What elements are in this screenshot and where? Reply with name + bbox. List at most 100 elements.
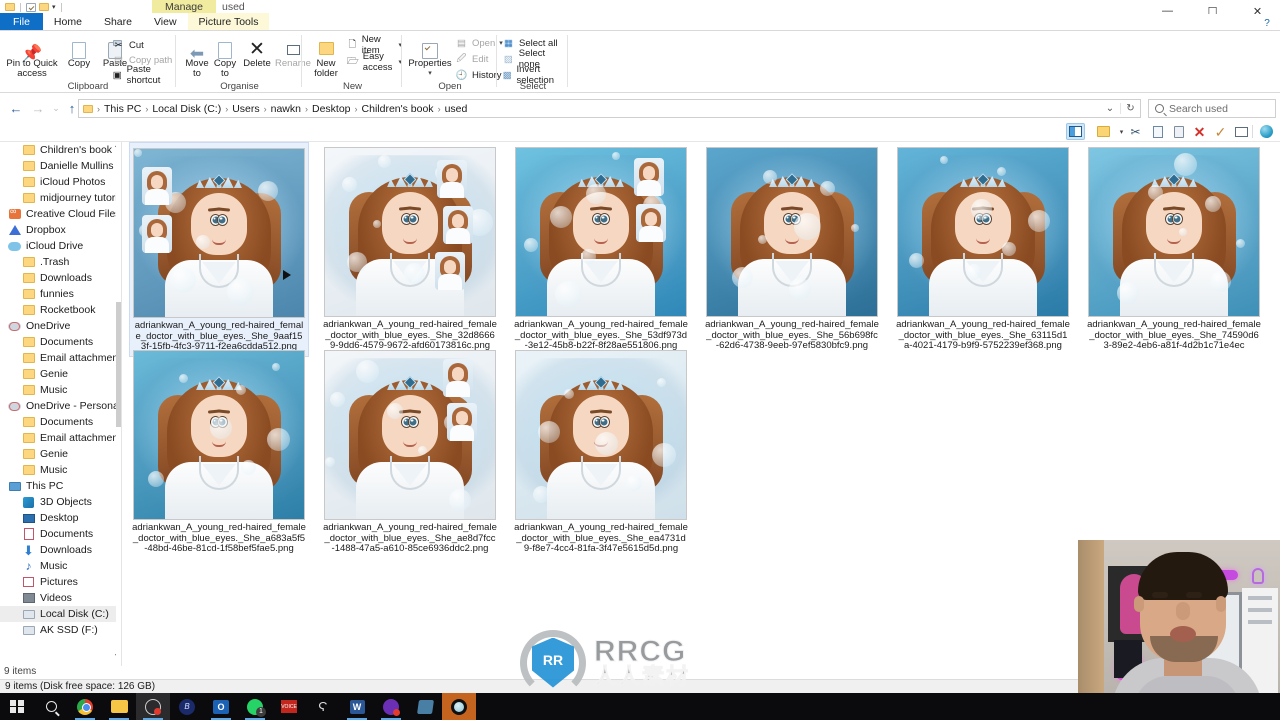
refresh-icon[interactable]: ↻ bbox=[1120, 103, 1140, 114]
address-breadcrumb-bar[interactable]: › This PC › Local Disk (C:) › Users › na… bbox=[78, 99, 1141, 118]
sidebar-item-midjourney-tutorial[interactable]: midjourney tutorial bbox=[0, 190, 121, 206]
sidebar-item-genie[interactable]: Genie bbox=[0, 446, 121, 462]
copy-to-button[interactable]: Copy to bbox=[209, 35, 241, 79]
invert-selection-button[interactable]: ▩ Invert selection bbox=[502, 64, 568, 86]
address-dropdown-icon[interactable]: ⌄ bbox=[1100, 103, 1120, 114]
breadcrumb-this-pc[interactable]: This PC bbox=[101, 103, 144, 115]
sidebar-item-3d-objects[interactable]: 3D Objects bbox=[0, 494, 121, 510]
sidebar-item-email-attachments[interactable]: Email attachments bbox=[0, 430, 121, 446]
easy-access-button[interactable]: 🗁 Easy access ▾ bbox=[347, 51, 402, 73]
sidebar-item-music[interactable]: Music bbox=[0, 382, 121, 398]
properties-checkbox-icon[interactable] bbox=[26, 2, 36, 12]
sidebar-scrollbar-thumb[interactable] bbox=[116, 302, 121, 427]
taskbar-word-button[interactable]: W bbox=[340, 693, 374, 720]
taskbar-search-button[interactable] bbox=[34, 693, 68, 720]
sidebar-item-documents[interactable]: Documents bbox=[0, 414, 121, 430]
pin-to-quick-access-button[interactable]: 📌 Pin to Quick access bbox=[6, 35, 58, 79]
paste-shortcut-button[interactable]: ▣ Paste shortcut bbox=[112, 64, 176, 86]
breadcrumb-desktop[interactable]: Desktop bbox=[309, 103, 354, 115]
quick-access-toolbar[interactable]: ▾ bbox=[0, 2, 64, 12]
sidebar-item-documents[interactable]: Documents bbox=[0, 334, 121, 350]
sidebar-item-ak-ssd-f[interactable]: AK SSD (F:) bbox=[0, 622, 121, 638]
forward-button[interactable]: → bbox=[28, 98, 48, 118]
delete-icon[interactable]: ✕ bbox=[1190, 123, 1209, 140]
taskbar-whatsapp-button[interactable] bbox=[238, 693, 272, 720]
sidebar-item-rocketbook[interactable]: Rocketbook bbox=[0, 302, 121, 318]
taskbar-midjourney-button[interactable] bbox=[442, 693, 476, 720]
breadcrumb-local-disk[interactable]: Local Disk (C:) bbox=[149, 103, 224, 115]
breadcrumb-users[interactable]: Users bbox=[229, 103, 262, 115]
sidebar-item-trash[interactable]: .Trash bbox=[0, 254, 121, 270]
new-item-button[interactable]: 🗋 New item ▾ bbox=[347, 34, 402, 56]
taskbar-blue-app-button[interactable]: B bbox=[170, 693, 204, 720]
taskbar-teal-app-button[interactable] bbox=[408, 693, 442, 720]
new-folder-button[interactable]: New folder bbox=[307, 35, 345, 79]
sidebar-item-desktop[interactable]: Desktop bbox=[0, 510, 121, 526]
ribbon-tabs[interactable]: File Home Share View Picture Tools bbox=[0, 13, 1280, 31]
sidebar-item-children-s-book[interactable]: Children's book bbox=[0, 142, 121, 158]
file-tile[interactable]: adriankwan_A_young_red-haired_female_doc… bbox=[129, 345, 309, 558]
taskbar-outlook-button[interactable]: O bbox=[204, 693, 238, 720]
tab-home[interactable]: Home bbox=[42, 13, 93, 30]
sidebar-item-danielle-mullins[interactable]: Danielle Mullins bbox=[0, 158, 121, 174]
paste-icon[interactable] bbox=[1169, 123, 1188, 140]
sidebar-item-music[interactable]: ♪ Music bbox=[0, 558, 121, 574]
sidebar-item-creative-cloud-files[interactable]: Creative Cloud Files bbox=[0, 206, 121, 222]
confirm-icon[interactable]: ✓ bbox=[1211, 123, 1230, 140]
chevron-down-icon[interactable]: ▾ bbox=[52, 4, 56, 11]
copy-icon[interactable] bbox=[1148, 123, 1168, 140]
file-tile[interactable]: adriankwan_A_young_red-haired_female_doc… bbox=[511, 345, 691, 558]
folder-options-icon[interactable] bbox=[1094, 123, 1113, 140]
sidebar-item-this-pc[interactable]: This PC bbox=[0, 478, 121, 494]
back-button[interactable]: ← bbox=[6, 98, 26, 118]
taskbar-file-explorer-button[interactable] bbox=[102, 693, 136, 720]
folder-icon[interactable] bbox=[5, 3, 15, 11]
tab-file[interactable]: File bbox=[0, 13, 43, 30]
file-tile[interactable]: adriankwan_A_young_red-haired_female_doc… bbox=[893, 142, 1073, 355]
cut-icon[interactable]: ✂ bbox=[1126, 123, 1145, 140]
sidebar-item-videos[interactable]: Videos bbox=[0, 590, 121, 606]
taskbar-chrome-button[interactable] bbox=[68, 693, 102, 720]
taskbar-purple-app-button[interactable] bbox=[374, 693, 408, 720]
breadcrumb-childrens-book[interactable]: Children's book bbox=[359, 103, 437, 115]
search-input[interactable]: Search used bbox=[1148, 99, 1276, 118]
sidebar-item-local-disk-c[interactable]: Local Disk (C:) bbox=[0, 606, 121, 622]
file-tile[interactable]: adriankwan_A_young_red-haired_female_doc… bbox=[702, 142, 882, 355]
navigation-pane[interactable]: Children's book Danielle Mullins iCloud Ph… bbox=[0, 142, 122, 666]
sidebar-item-dropbox[interactable]: Dropbox bbox=[0, 222, 121, 238]
taskbar-red-app-button[interactable]: VOICE bbox=[272, 693, 306, 720]
file-tile[interactable]: adriankwan_A_young_red-haired_female_doc… bbox=[320, 142, 500, 355]
taskbar-recorder-button[interactable] bbox=[136, 693, 170, 720]
sidebar-scrollbar-track[interactable] bbox=[116, 142, 121, 666]
sidebar-item-onedrive-personal[interactable]: OneDrive - Personal bbox=[0, 398, 121, 414]
sidebar-item-pictures[interactable]: Pictures bbox=[0, 574, 121, 590]
tab-share[interactable]: Share bbox=[92, 13, 143, 30]
new-folder-icon[interactable] bbox=[39, 3, 49, 11]
file-tile[interactable]: adriankwan_A_young_red-haired_female_doc… bbox=[320, 345, 500, 558]
sidebar-item-downloads[interactable]: ⬇ Downloads bbox=[0, 542, 121, 558]
file-tile[interactable]: adriankwan_A_young_red-haired_female_doc… bbox=[1084, 142, 1264, 355]
preview-pane-icon[interactable] bbox=[1066, 123, 1085, 140]
sidebar-item-genie[interactable]: Genie bbox=[0, 366, 121, 382]
tab-picture-tools[interactable]: Picture Tools bbox=[187, 13, 270, 30]
sidebar-item-onedrive[interactable]: OneDrive bbox=[0, 318, 121, 334]
breadcrumb-used[interactable]: used bbox=[442, 103, 471, 115]
taskbar[interactable]: B O VOICE Ϛ W bbox=[0, 693, 1280, 720]
file-tile[interactable]: adriankwan_A_young_red-haired_female_doc… bbox=[511, 142, 691, 355]
start-button[interactable] bbox=[0, 693, 34, 720]
delete-button[interactable]: ✕ Delete bbox=[239, 35, 275, 69]
edit-button[interactable]: 🖉 Edit bbox=[455, 52, 488, 66]
tab-view[interactable]: View bbox=[142, 13, 188, 30]
copy-button[interactable]: Copy bbox=[62, 35, 96, 69]
sidebar-item-icloud-drive[interactable]: iCloud Drive bbox=[0, 238, 121, 254]
sidebar-item-funnies[interactable]: funnies bbox=[0, 286, 121, 302]
help-icon[interactable]: ? bbox=[1260, 16, 1274, 30]
sidebar-item-icloud-photos[interactable]: iCloud Photos bbox=[0, 174, 121, 190]
cut-button[interactable]: ✂ Cut bbox=[112, 38, 144, 52]
properties-button[interactable]: Properties ▾ bbox=[407, 35, 453, 79]
globe-icon[interactable] bbox=[1257, 123, 1276, 140]
taskbar-logitech-button[interactable]: Ϛ bbox=[306, 693, 340, 720]
chevron-down-icon[interactable]: ▾ bbox=[428, 69, 432, 79]
sidebar-item-music[interactable]: Music bbox=[0, 462, 121, 478]
rename-icon[interactable] bbox=[1232, 123, 1251, 140]
